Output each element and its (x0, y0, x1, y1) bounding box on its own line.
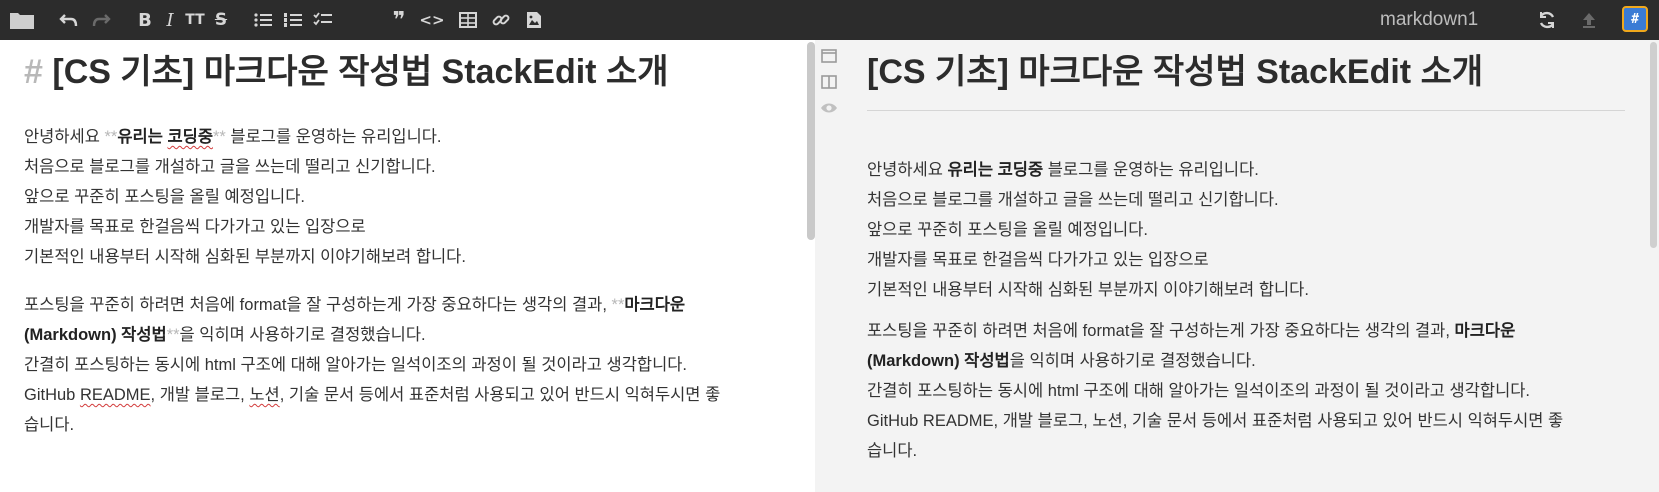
editor-line: (Markdown) 작성법**을 익히며 사용하기로 결정했습니다. (24, 320, 784, 350)
text-run: 블로그를 운영하는 유리입니다. (1043, 161, 1259, 179)
text-run: 포스팅을 꾸준히 하려면 처음에 format을 잘 구성하는게 가장 중요하다… (24, 296, 612, 314)
editor-line: 안녕하세요 **유리는 코딩중** 블로그를 운영하는 유리입니다. (24, 122, 784, 152)
editor-paragraph-2: 포스팅을 꾸준히 하려면 처음에 format을 잘 구성하는게 가장 중요하다… (24, 290, 784, 440)
preview-paragraph-1: 안녕하세요 유리는 코딩중 블로그를 운영하는 유리입니다. 처음으로 블로그를… (867, 155, 1625, 305)
blockquote-icon[interactable]: ❞ (386, 7, 412, 33)
redo-icon[interactable] (88, 7, 114, 33)
bold-mark: ** (104, 128, 118, 146)
bold-icon[interactable]: B (132, 7, 158, 33)
table-icon[interactable] (455, 7, 481, 33)
preview-line: 포스팅을 꾸준히 하려면 처음에 format을 잘 구성하는게 가장 중요하다… (867, 316, 1625, 346)
editor-line: 포스팅을 꾸준히 하려면 처음에 format을 잘 구성하는게 가장 중요하다… (24, 290, 784, 320)
workspace-glyph: # (1631, 11, 1639, 27)
preview-paragraph-2: 포스팅을 꾸준히 하려면 처음에 format을 잘 구성하는게 가장 중요하다… (867, 316, 1625, 466)
side-preview-toggle-icon[interactable] (819, 72, 839, 92)
editor-line: 앞으로 꾸준히 포스팅을 올릴 예정입니다. (24, 188, 305, 206)
pane-toggle-strip (815, 40, 843, 492)
preview-line: 기본적인 내용부터 시작해 심화된 부분까지 이야기해보려 합니다. (867, 281, 1309, 299)
text-run: , 개발 블로그, (150, 386, 250, 404)
bold-text: 유리는 코딩중 (947, 161, 1044, 179)
navigation-bar-toggle-icon[interactable] (819, 46, 839, 66)
image-icon[interactable] (521, 7, 547, 33)
preview-line: 처음으로 블로그를 개설하고 글을 쓰는데 떨리고 신기합니다. (867, 191, 1279, 209)
text-run: 을 익히며 사용하기로 결정했습니다. (179, 326, 426, 344)
text-run: 안녕하세요 (867, 161, 948, 179)
bold-text: 유리는 (117, 128, 168, 146)
workspace-icon[interactable]: # (1622, 6, 1648, 32)
editor-line: 기본적인 내용부터 시작해 심화된 부분까지 이야기해보려 합니다. (24, 248, 466, 266)
text-run: GitHub (24, 386, 80, 404)
text-run: , 기술 문서 등에서 표준처럼 사용되고 있어 반드시 익혀두시면 좋 (279, 386, 721, 404)
heading-markdown-mark: # (24, 53, 43, 91)
editor-line: 간결히 포스팅하는 동시에 html 구조에 대해 알아가는 일석이조의 과정이… (24, 356, 688, 374)
folder-icon[interactable] (8, 7, 36, 33)
preview-line: 안녕하세요 유리는 코딩중 블로그를 운영하는 유리입니다. (867, 155, 1625, 185)
code-icon[interactable]: <> (419, 7, 445, 33)
bold-text: (Markdown) 작성법 (867, 352, 1010, 370)
preview-line: 간결히 포스팅하는 동시에 html 구조에 대해 알아가는 일석이조의 과정이… (867, 382, 1531, 400)
preview-line: 앞으로 꾸준히 포스팅을 올릴 예정입니다. (867, 221, 1148, 239)
preview-line: 습니다. (867, 442, 918, 460)
bold-text: (Markdown) 작성법 (24, 326, 167, 344)
top-toolbar: B I TT S ❞ <> markdown1 # (0, 0, 1659, 40)
strikethrough-icon[interactable]: S (208, 7, 234, 33)
editor-line: 처음으로 블로그를 개설하고 글을 쓰는데 떨리고 신기합니다. (24, 158, 436, 176)
preview-heading: [CS 기초] 마크다운 작성법 StackEdit 소개 (867, 53, 1484, 91)
preview-line: GitHub README, 개발 블로그, 노션, 기술 문서 등에서 표준처… (867, 412, 1564, 430)
markdown-editor[interactable]: # [CS 기초] 마크다운 작성법 StackEdit 소개 안녕하세요 **… (0, 40, 808, 492)
preview-scrollbar[interactable] (1650, 42, 1657, 248)
bold-text: 마크다운 (1454, 322, 1516, 340)
bold-mark: ** (166, 326, 180, 344)
publish-icon[interactable] (1576, 7, 1602, 33)
editor-paragraph-1: 안녕하세요 **유리는 코딩중** 블로그를 운영하는 유리입니다. 처음으로 … (24, 122, 784, 272)
heading-divider (867, 110, 1625, 111)
editor-scrollbar[interactable] (807, 42, 815, 240)
editor-heading-line: # [CS 기초] 마크다운 작성법 StackEdit 소개 (24, 50, 669, 94)
text-run: 안녕하세요 (24, 128, 105, 146)
bold-text: 마크다운 (624, 296, 686, 314)
preview-line: (Markdown) 작성법을 익히며 사용하기로 결정했습니다. (867, 346, 1625, 376)
unordered-list-icon[interactable] (250, 7, 276, 33)
document-title[interactable]: markdown1 (1380, 8, 1478, 32)
preview-line: 개발자를 목표로 한걸음씩 다가가고 있는 입장으로 (867, 251, 1209, 269)
italic-icon[interactable]: I (157, 7, 183, 33)
misspelled-word: README (79, 386, 151, 404)
sync-icon[interactable] (1534, 7, 1560, 33)
preview-eye-icon[interactable] (819, 98, 839, 118)
editor-line: 개발자를 목표로 한걸음씩 다가가고 있는 입장으로 (24, 218, 366, 236)
misspelled-word: 노션 (249, 386, 280, 404)
text-run: 을 익히며 사용하기로 결정했습니다. (1009, 352, 1256, 370)
preview-pane: [CS 기초] 마크다운 작성법 StackEdit 소개 안녕하세요 유리는 … (843, 40, 1659, 492)
editor-line: 습니다. (24, 416, 75, 434)
ordered-list-icon[interactable] (280, 7, 306, 33)
text-run: 포스팅을 꾸준히 하려면 처음에 format을 잘 구성하는게 가장 중요하다… (867, 322, 1455, 340)
bold-text-misspelled: 코딩중 (167, 128, 213, 146)
bold-mark: ** (611, 296, 625, 314)
text-run: 블로그를 운영하는 유리입니다. (225, 128, 442, 146)
checklist-icon[interactable] (310, 7, 336, 33)
undo-icon[interactable] (56, 7, 82, 33)
link-icon[interactable] (488, 7, 514, 33)
bold-mark: ** (213, 128, 226, 146)
heading-icon[interactable]: TT (182, 7, 208, 33)
editor-line: GitHub README, 개발 블로그, 노션, 기술 문서 등에서 표준처… (24, 380, 784, 410)
editor-heading-text: [CS 기초] 마크다운 작성법 StackEdit 소개 (52, 53, 669, 91)
